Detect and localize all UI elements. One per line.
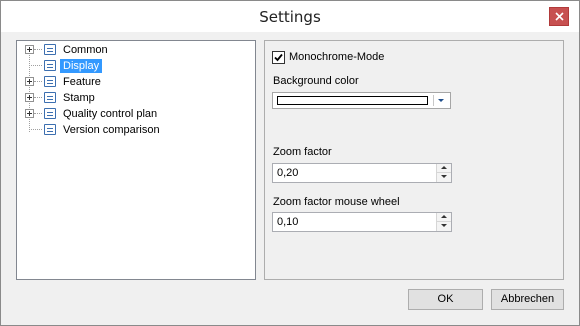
cancel-button[interactable]: Abbrechen — [491, 289, 564, 310]
checkmark-icon — [274, 53, 283, 62]
window-title: Settings — [259, 8, 321, 26]
zoom-wheel-spinner[interactable]: 0,10 — [272, 212, 452, 232]
tree-item-label: Quality control plan — [63, 108, 158, 120]
zoom-factor-label: Zoom factor — [273, 146, 332, 158]
ok-button[interactable]: OK — [408, 289, 483, 310]
color-swatch — [277, 96, 428, 105]
page-icon — [44, 60, 56, 71]
page-icon — [44, 108, 56, 119]
zoom-wheel-value[interactable]: 0,10 — [277, 216, 298, 228]
monochrome-label[interactable]: Monochrome-Mode — [289, 51, 384, 63]
tree-item-label: Stamp — [63, 92, 95, 104]
zoom-wheel-label: Zoom factor mouse wheel — [273, 196, 400, 208]
increment-arrow-icon[interactable] — [437, 164, 451, 173]
tree-connector — [34, 81, 42, 82]
expand-icon[interactable] — [25, 93, 34, 102]
tree-item-label: Common — [63, 44, 108, 56]
combo-separator — [433, 95, 434, 106]
spinner-buttons — [436, 164, 451, 182]
tree-item-display[interactable]: Display — [17, 58, 255, 74]
page-icon — [44, 76, 56, 87]
tree-item-label: Feature — [63, 76, 101, 88]
close-button[interactable] — [549, 7, 569, 26]
tree-item-common[interactable]: Common — [17, 42, 255, 58]
expand-icon[interactable] — [25, 109, 34, 118]
tree-item-stamp[interactable]: Stamp — [17, 90, 255, 106]
tree-item-label: Version comparison — [63, 124, 160, 136]
increment-arrow-icon[interactable] — [437, 213, 451, 222]
background-color-label: Background color — [273, 75, 359, 87]
tree-item-label: Display — [60, 59, 103, 73]
tree-item-quality-control-plan[interactable]: Quality control plan — [17, 106, 255, 122]
expand-icon[interactable] — [25, 45, 34, 54]
page-icon — [44, 92, 56, 103]
tree-connector — [34, 49, 42, 50]
decrement-arrow-icon[interactable] — [437, 222, 451, 231]
tree-connector — [34, 113, 42, 114]
tree-connector — [34, 97, 42, 98]
close-icon — [554, 12, 564, 21]
monochrome-checkbox[interactable] — [272, 51, 285, 64]
decrement-arrow-icon[interactable] — [437, 173, 451, 182]
page-icon — [44, 124, 56, 135]
tree-item-feature[interactable]: Feature — [17, 74, 255, 90]
zoom-factor-spinner[interactable]: 0,20 — [272, 163, 452, 183]
tree-connector — [29, 65, 42, 66]
page-icon — [44, 44, 56, 55]
dropdown-arrow-icon[interactable] — [438, 99, 444, 102]
settings-tree[interactable]: Common Display Feature Stamp Quality con… — [16, 40, 256, 280]
zoom-factor-value[interactable]: 0,20 — [277, 167, 298, 179]
background-color-picker[interactable] — [272, 92, 451, 109]
tree-connector — [29, 129, 42, 130]
title-bar[interactable]: Settings — [1, 1, 579, 32]
tree-item-version-comparison[interactable]: Version comparison — [17, 122, 255, 138]
spinner-buttons — [436, 213, 451, 231]
expand-icon[interactable] — [25, 77, 34, 86]
